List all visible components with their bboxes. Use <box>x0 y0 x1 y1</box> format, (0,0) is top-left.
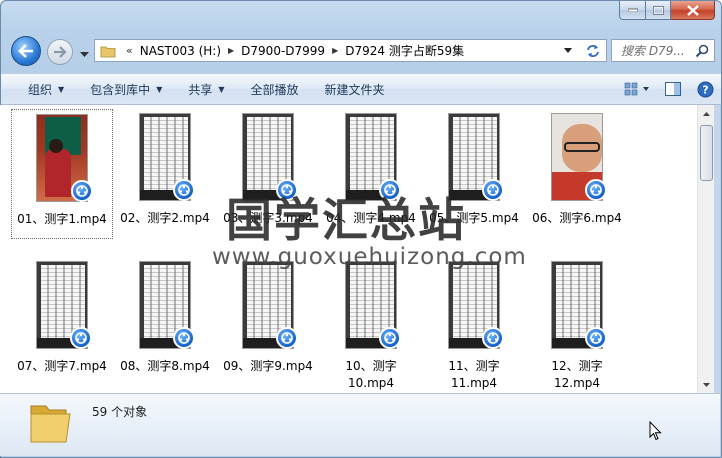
file-item[interactable]: 10、测字 10.mp4 <box>320 257 422 390</box>
new-folder-label: 新建文件夹 <box>324 82 385 97</box>
include-in-library-menu[interactable]: 包含到库中 ▼ <box>77 74 175 104</box>
file-item[interactable]: 09、测字9.mp4 <box>217 257 319 387</box>
file-name: 08、测字8.mp4 <box>120 359 210 373</box>
file-item[interactable]: 01、测字1.mp4 <box>11 109 113 239</box>
share-menu[interactable]: 共享 ▼ <box>175 74 237 104</box>
navigation-bar: « NAST003 (H:) ▶ D7900-D7999 ▶ D7924 测字占… <box>1 34 721 68</box>
media-player-icon <box>482 327 504 349</box>
scroll-up-button[interactable] <box>698 105 714 122</box>
maximize-button[interactable] <box>646 1 671 20</box>
minimize-button[interactable] <box>619 1 646 20</box>
arrow-right-icon <box>54 46 67 58</box>
details-pane: 59 个对象 <box>0 393 720 456</box>
chevron-down-icon <box>80 52 89 57</box>
organize-menu[interactable]: 组织 ▼ <box>1 74 77 104</box>
play-all-button[interactable]: 全部播放 <box>238 74 312 104</box>
watermark-url: www.guoxuehuizong.com <box>212 244 527 270</box>
folder-icon <box>30 405 71 443</box>
file-item[interactable]: 12、测字 12.mp4 <box>526 257 628 390</box>
arrow-left-icon <box>18 44 33 58</box>
chevron-down-icon <box>702 382 710 387</box>
preview-pane-icon <box>665 82 681 96</box>
refresh-icon <box>586 44 599 57</box>
media-player-icon <box>379 327 401 349</box>
command-bar: 组织 ▼ 包含到库中 ▼ 共享 ▼ 全部播放 新建文件夹 ? <box>1 73 721 105</box>
change-view-button[interactable] <box>617 74 657 104</box>
refresh-button[interactable] <box>579 39 607 62</box>
search-placeholder: 搜索 D79... <box>621 44 685 58</box>
file-item[interactable]: 06、测字6.mp4 <box>526 109 628 239</box>
vertical-scrollbar[interactable] <box>697 105 714 393</box>
play-all-label: 全部播放 <box>250 82 299 97</box>
media-player-icon <box>71 180 93 202</box>
chevron-down-icon: ▼ <box>218 84 225 94</box>
file-name: 10、测字 10.mp4 <box>345 359 397 390</box>
file-name: 06、测字6.mp4 <box>532 211 622 225</box>
media-player-icon <box>585 327 607 349</box>
breadcrumb-item-range[interactable]: D7900-D7999 <box>241 44 325 58</box>
breadcrumb: « NAST003 (H:) ▶ D7900-D7999 ▶ D7924 测字占… <box>116 40 464 61</box>
organize-label: 组织 <box>28 82 53 97</box>
item-count: 59 个对象 <box>92 405 148 419</box>
minimize-icon <box>627 8 638 12</box>
file-item[interactable]: 11、测字 11.mp4 <box>423 257 525 390</box>
media-player-icon <box>276 327 298 349</box>
close-icon <box>686 4 699 16</box>
chevron-right-icon[interactable]: ▶ <box>228 46 234 55</box>
media-player-icon <box>482 179 504 201</box>
breadcrumb-overflow[interactable]: « <box>126 44 133 57</box>
caption-buttons <box>619 1 715 20</box>
search-icon[interactable] <box>695 44 709 58</box>
help-icon: ? <box>697 81 713 97</box>
recent-pages-button[interactable] <box>80 47 89 61</box>
media-player-icon <box>70 327 92 349</box>
media-player-icon <box>585 179 607 201</box>
breadcrumb-item-folder[interactable]: D7924 测字占断59集 <box>345 42 464 59</box>
chevron-right-icon[interactable]: ▶ <box>332 46 338 55</box>
file-name: 12、测字 12.mp4 <box>551 359 603 390</box>
scrollbar-thumb[interactable] <box>700 125 713 181</box>
media-player-icon <box>173 179 195 201</box>
back-button[interactable] <box>11 36 41 66</box>
chevron-down-icon: ▼ <box>58 84 65 94</box>
view-options-icon <box>624 82 649 96</box>
include-in-library-label: 包含到库中 <box>90 82 151 97</box>
breadcrumb-item-drive[interactable]: NAST003 (H:) <box>140 44 221 58</box>
maximize-icon <box>652 5 664 15</box>
address-dropdown-button[interactable] <box>560 40 576 61</box>
mouse-cursor-icon <box>649 421 662 441</box>
chevron-down-icon <box>564 48 572 53</box>
preview-pane-button[interactable] <box>657 74 689 104</box>
file-name: 09、测字9.mp4 <box>223 359 313 373</box>
file-name: 07、测字7.mp4 <box>17 359 107 373</box>
forward-button[interactable] <box>47 39 73 65</box>
file-name: 11、测字 11.mp4 <box>448 359 500 390</box>
share-label: 共享 <box>188 82 213 97</box>
window-frame-edge <box>714 105 720 393</box>
new-folder-button[interactable]: 新建文件夹 <box>312 74 398 104</box>
file-name: 01、测字1.mp4 <box>17 212 107 226</box>
scroll-down-button[interactable] <box>698 376 714 393</box>
file-item[interactable]: 08、测字8.mp4 <box>114 257 216 387</box>
folder-icon <box>100 46 116 57</box>
chevron-down-icon: ▼ <box>156 84 163 94</box>
file-name: 02、测字2.mp4 <box>120 211 210 225</box>
file-item[interactable]: 02、测字2.mp4 <box>114 109 216 239</box>
address-bar[interactable]: « NAST003 (H:) ▶ D7900-D7999 ▶ D7924 测字占… <box>94 39 607 62</box>
chevron-up-icon <box>702 111 710 116</box>
file-item[interactable]: 07、测字7.mp4 <box>11 257 113 387</box>
watermark-title: 国学汇总站 <box>226 193 466 247</box>
command-bar-right: ? <box>617 74 721 104</box>
search-input[interactable]: 搜索 D79... <box>611 39 715 62</box>
help-button[interactable]: ? <box>689 74 721 104</box>
svg-text:?: ? <box>702 83 708 96</box>
media-player-icon <box>173 327 195 349</box>
close-button[interactable] <box>671 1 715 20</box>
